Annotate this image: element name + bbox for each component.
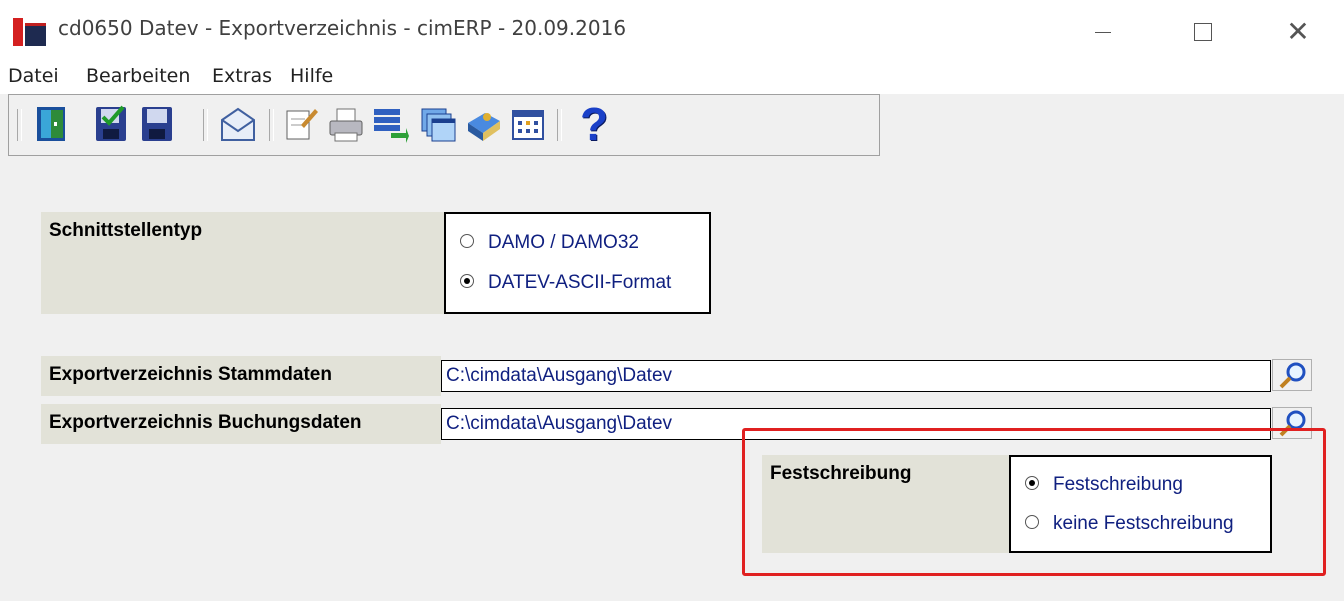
list-transfer-button[interactable] [371, 103, 409, 145]
menu-bar: Datei Bearbeiten Extras Hilfe [0, 62, 1344, 94]
toolbar: ? [8, 94, 880, 156]
windows-icon [421, 108, 456, 142]
export-master-label: Exportverzeichnis Stammdaten [41, 356, 441, 396]
save-check-icon [96, 105, 126, 141]
menu-hilfe[interactable]: Hilfe [290, 65, 333, 87]
menu-extras[interactable]: Extras [212, 65, 272, 87]
menu-bearbeiten[interactable]: Bearbeiten [86, 65, 190, 87]
list-transfer-icon [374, 109, 409, 143]
mail-icon [221, 107, 255, 141]
export-booking-label: Exportverzeichnis Buchungsdaten [41, 404, 441, 444]
radio-label: DATEV-ASCII-Format [488, 272, 672, 293]
save-check-button[interactable] [93, 103, 131, 145]
radio-button-checked[interactable] [460, 273, 474, 288]
window-title: cd0650 Datev - Exportverzeichnis - cimER… [58, 16, 627, 40]
interface-type-label: Schnittstellentyp [41, 212, 444, 314]
mail-button[interactable] [219, 103, 257, 145]
menu-datei[interactable]: Datei [8, 65, 59, 87]
book-icon [468, 113, 500, 141]
maximize-button[interactable] [1180, 12, 1226, 52]
toolbar-grip [17, 109, 22, 141]
toolbar-separator [557, 109, 562, 141]
toolbar-separator [203, 109, 208, 141]
calendar-grid-icon [512, 110, 544, 140]
edit-note-button[interactable] [283, 103, 321, 145]
toolbar-separator [269, 109, 274, 141]
interface-type-group: DAMO / DAMO32 DATEV-ASCII-Format [444, 212, 711, 314]
minimize-icon [1095, 31, 1111, 33]
radio-option-damo[interactable]: DAMO / DAMO32 [460, 231, 639, 255]
close-icon: ✕ [1286, 15, 1310, 48]
edit-note-icon [286, 109, 318, 140]
print-button[interactable] [327, 103, 365, 145]
app-icon [13, 18, 46, 46]
radio-option-datev-ascii[interactable]: DATEV-ASCII-Format [460, 271, 671, 295]
save-button[interactable] [139, 103, 177, 145]
radio-label: DAMO / DAMO32 [488, 232, 639, 253]
export-master-path-input[interactable]: C:\cimdata\Ausgang\Datev [441, 360, 1271, 392]
magnifier-icon [1279, 362, 1306, 389]
browse-master-button[interactable] [1272, 359, 1312, 391]
print-icon [329, 108, 363, 142]
title-bar: cd0650 Datev - Exportverzeichnis - cimER… [0, 0, 1344, 62]
minimize-button[interactable] [1080, 12, 1126, 52]
help-icon: ? [579, 98, 609, 150]
radio-button[interactable] [460, 233, 474, 248]
windows-button[interactable] [419, 103, 457, 145]
maximize-icon [1194, 23, 1212, 41]
exit-door-icon [37, 107, 65, 141]
exit-button[interactable] [33, 103, 71, 145]
close-button[interactable]: ✕ [1275, 12, 1321, 52]
calendar-grid-button[interactable] [509, 103, 547, 145]
highlight-frame [742, 428, 1326, 576]
help-button[interactable]: ? [575, 98, 613, 150]
save-icon [142, 107, 172, 141]
book-button[interactable] [465, 103, 503, 145]
